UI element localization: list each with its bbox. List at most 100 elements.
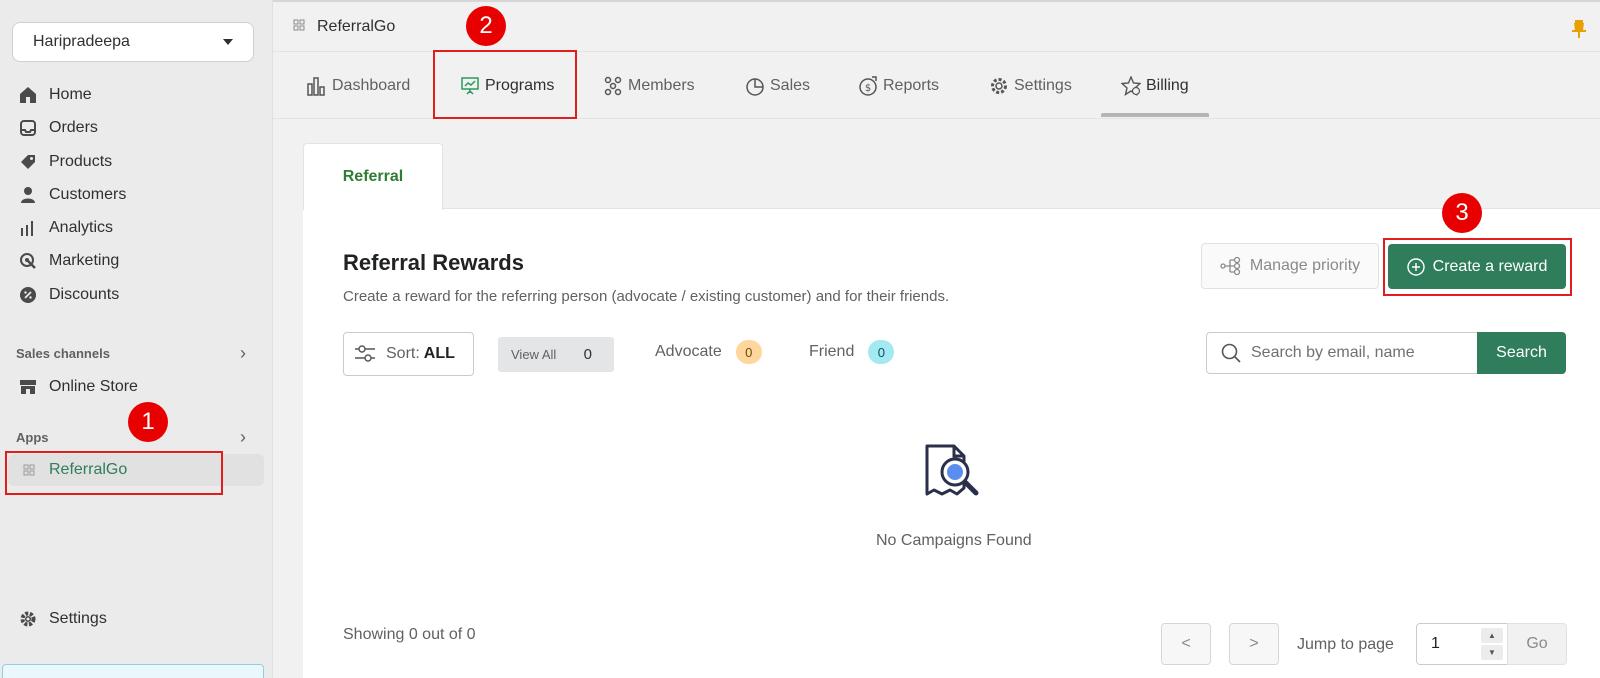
tab-label: Settings	[1014, 76, 1072, 94]
sidebar-item-online-store[interactable]: Online Store	[18, 373, 138, 401]
tab-sales[interactable]: Sales	[745, 52, 810, 119]
sidebar-item-label: Home	[49, 86, 92, 103]
sales-channels-label: Sales channels	[16, 346, 110, 361]
subtab-referral[interactable]: Referral	[303, 143, 443, 210]
tab-label: Billing	[1146, 76, 1189, 94]
tab-label: Dashboard	[332, 76, 411, 94]
svg-text:$: $	[865, 83, 871, 94]
annotation-number-3: 3	[1442, 193, 1482, 233]
prev-page-button[interactable]: <	[1161, 623, 1211, 665]
go-button[interactable]: Go	[1507, 623, 1567, 665]
app-grid-icon	[293, 19, 305, 34]
apps-label: Apps	[16, 430, 49, 445]
sidebar-item-analytics[interactable]: Analytics	[18, 214, 113, 242]
search-input[interactable]: Search by email, name	[1206, 332, 1478, 374]
gear-icon	[989, 76, 1009, 96]
tab-label: Reports	[883, 76, 940, 94]
sidebar-item-discounts[interactable]: Discounts	[18, 281, 119, 309]
reports-icon: $	[858, 75, 878, 96]
sidebar-item-orders[interactable]: Orders	[18, 114, 98, 142]
sort-label: Sort:	[386, 345, 420, 362]
page-subtitle: Create a reward for the referring person…	[343, 288, 950, 305]
bar-chart-icon	[18, 218, 38, 238]
sidebar-item-customers[interactable]: Customers	[18, 181, 126, 209]
sidebar-item-label: Orders	[49, 119, 98, 136]
sidebar-item-label: Products	[49, 153, 113, 170]
star-icon	[1121, 75, 1141, 96]
stepper-down-icon[interactable]: ▼	[1481, 645, 1503, 660]
advocate-count-badge: 0	[735, 340, 762, 364]
info-banner	[2, 664, 264, 678]
main-content	[273, 119, 1600, 678]
active-tab-indicator	[1101, 113, 1209, 117]
view-all-label: View All	[511, 347, 557, 362]
search-button[interactable]: Search	[1477, 332, 1566, 374]
friend-label: Friend	[809, 343, 855, 360]
tab-dashboard[interactable]: Dashboard	[307, 52, 410, 119]
search-placeholder: Search by email, name	[1251, 344, 1415, 361]
next-page-button[interactable]: >	[1229, 623, 1279, 665]
sidebar-item-marketing[interactable]: Marketing	[18, 247, 119, 275]
friend-count-badge: 0	[868, 340, 895, 364]
tab-label: Members	[628, 76, 695, 94]
target-icon	[18, 251, 38, 271]
advocate-label: Advocate	[655, 343, 722, 360]
annotation-box-1	[5, 451, 223, 495]
page-number-input[interactable]: 1 ▲ ▼	[1416, 623, 1508, 665]
page-title: Referral Rewards	[343, 250, 524, 275]
page-number-value: 1	[1431, 635, 1440, 652]
tab-settings[interactable]: Settings	[989, 52, 1072, 119]
pin-icon[interactable]	[1572, 20, 1586, 43]
filter-advocate[interactable]: Advocate 0	[655, 340, 762, 364]
hierarchy-icon	[1220, 256, 1242, 276]
chevron-right-icon: ›	[240, 343, 246, 363]
sidebar-item-products[interactable]: Products	[18, 148, 112, 176]
sidebar-item-home[interactable]: Home	[18, 81, 92, 109]
sidebar: Haripradeepa Home Orders Products Custom…	[0, 0, 273, 678]
filter-friend[interactable]: Friend 0	[809, 340, 895, 364]
annotation-box-3	[1383, 238, 1572, 296]
view-all-count: 0	[583, 346, 592, 363]
sidebar-item-label: Discounts	[49, 286, 120, 303]
tab-label: Sales	[770, 76, 811, 94]
filter-view-all[interactable]: View All 0	[498, 337, 614, 372]
manage-priority-label: Manage priority	[1249, 257, 1361, 274]
store-icon	[18, 377, 38, 397]
sort-button[interactable]: Sort: ALL	[343, 332, 474, 376]
tab-billing[interactable]: Billing	[1121, 52, 1189, 119]
annotation-box-2	[433, 50, 577, 119]
gear-icon	[18, 609, 38, 629]
inbox-icon	[18, 118, 38, 138]
sidebar-item-label: Customers	[49, 186, 127, 203]
search-icon	[1221, 343, 1241, 363]
chevron-right-icon: ›	[240, 427, 246, 447]
page-stepper[interactable]: ▲ ▼	[1481, 628, 1503, 660]
no-results-icon	[924, 444, 988, 511]
bar-chart-icon	[307, 76, 327, 96]
members-icon	[603, 76, 623, 96]
store-name: Haripradeepa	[33, 33, 130, 50]
tab-members[interactable]: Members	[603, 52, 695, 119]
jump-to-page-label: Jump to page	[1297, 636, 1394, 653]
discount-icon	[18, 285, 38, 305]
sort-value: ALL	[423, 345, 455, 362]
sidebar-item-label: Marketing	[49, 252, 120, 269]
person-icon	[18, 185, 38, 205]
pie-chart-icon	[745, 76, 765, 96]
sidebar-item-label: Analytics	[49, 219, 114, 236]
manage-priority-button[interactable]: Manage priority	[1201, 243, 1379, 289]
sidebar-item-settings[interactable]: Settings	[18, 605, 107, 633]
empty-state-text: No Campaigns Found	[876, 532, 1032, 549]
pagination-summary: Showing 0 out of 0	[343, 626, 476, 643]
annotation-number-1: 1	[128, 402, 168, 442]
sidebar-item-label: Online Store	[49, 378, 138, 395]
annotation-number-2: 2	[466, 6, 506, 46]
sales-channels-header[interactable]: Sales channels ›	[16, 343, 246, 364]
store-selector[interactable]: Haripradeepa	[12, 22, 254, 62]
app-title: ReferralGo	[317, 17, 396, 35]
caret-down-icon	[223, 39, 233, 45]
tab-reports[interactable]: $ Reports	[858, 52, 939, 119]
stepper-up-icon[interactable]: ▲	[1481, 628, 1503, 643]
sidebar-item-label: Settings	[49, 610, 107, 627]
tag-icon	[18, 152, 38, 172]
